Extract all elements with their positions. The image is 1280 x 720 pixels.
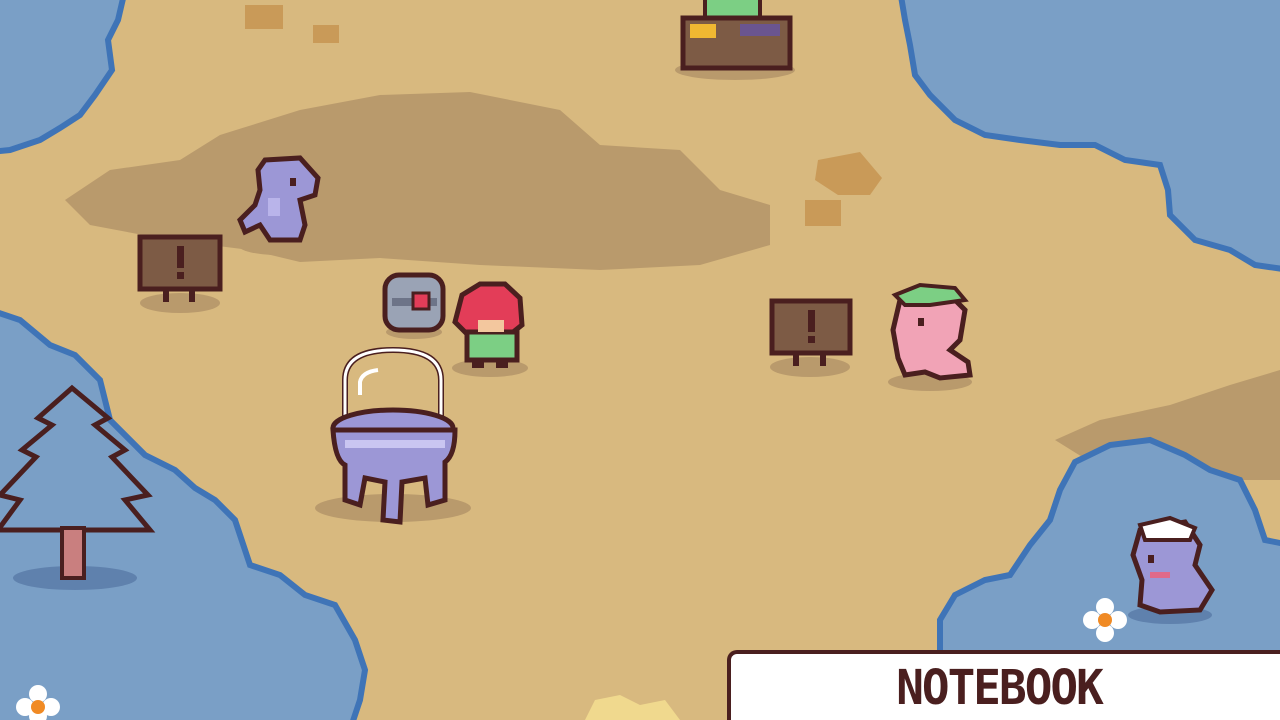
capsule-icon[interactable] <box>382 272 446 339</box>
player-character <box>452 281 528 377</box>
game-scene: NOTEBOOK <box>0 0 1280 720</box>
exclamation-sign-icon[interactable] <box>769 298 853 377</box>
notebook-button[interactable]: NOTEBOOK <box>727 650 1280 720</box>
exclamation-sign-icon[interactable] <box>137 234 223 313</box>
notebook-label: NOTEBOOK <box>896 658 1104 716</box>
map-canvas <box>0 0 1280 720</box>
